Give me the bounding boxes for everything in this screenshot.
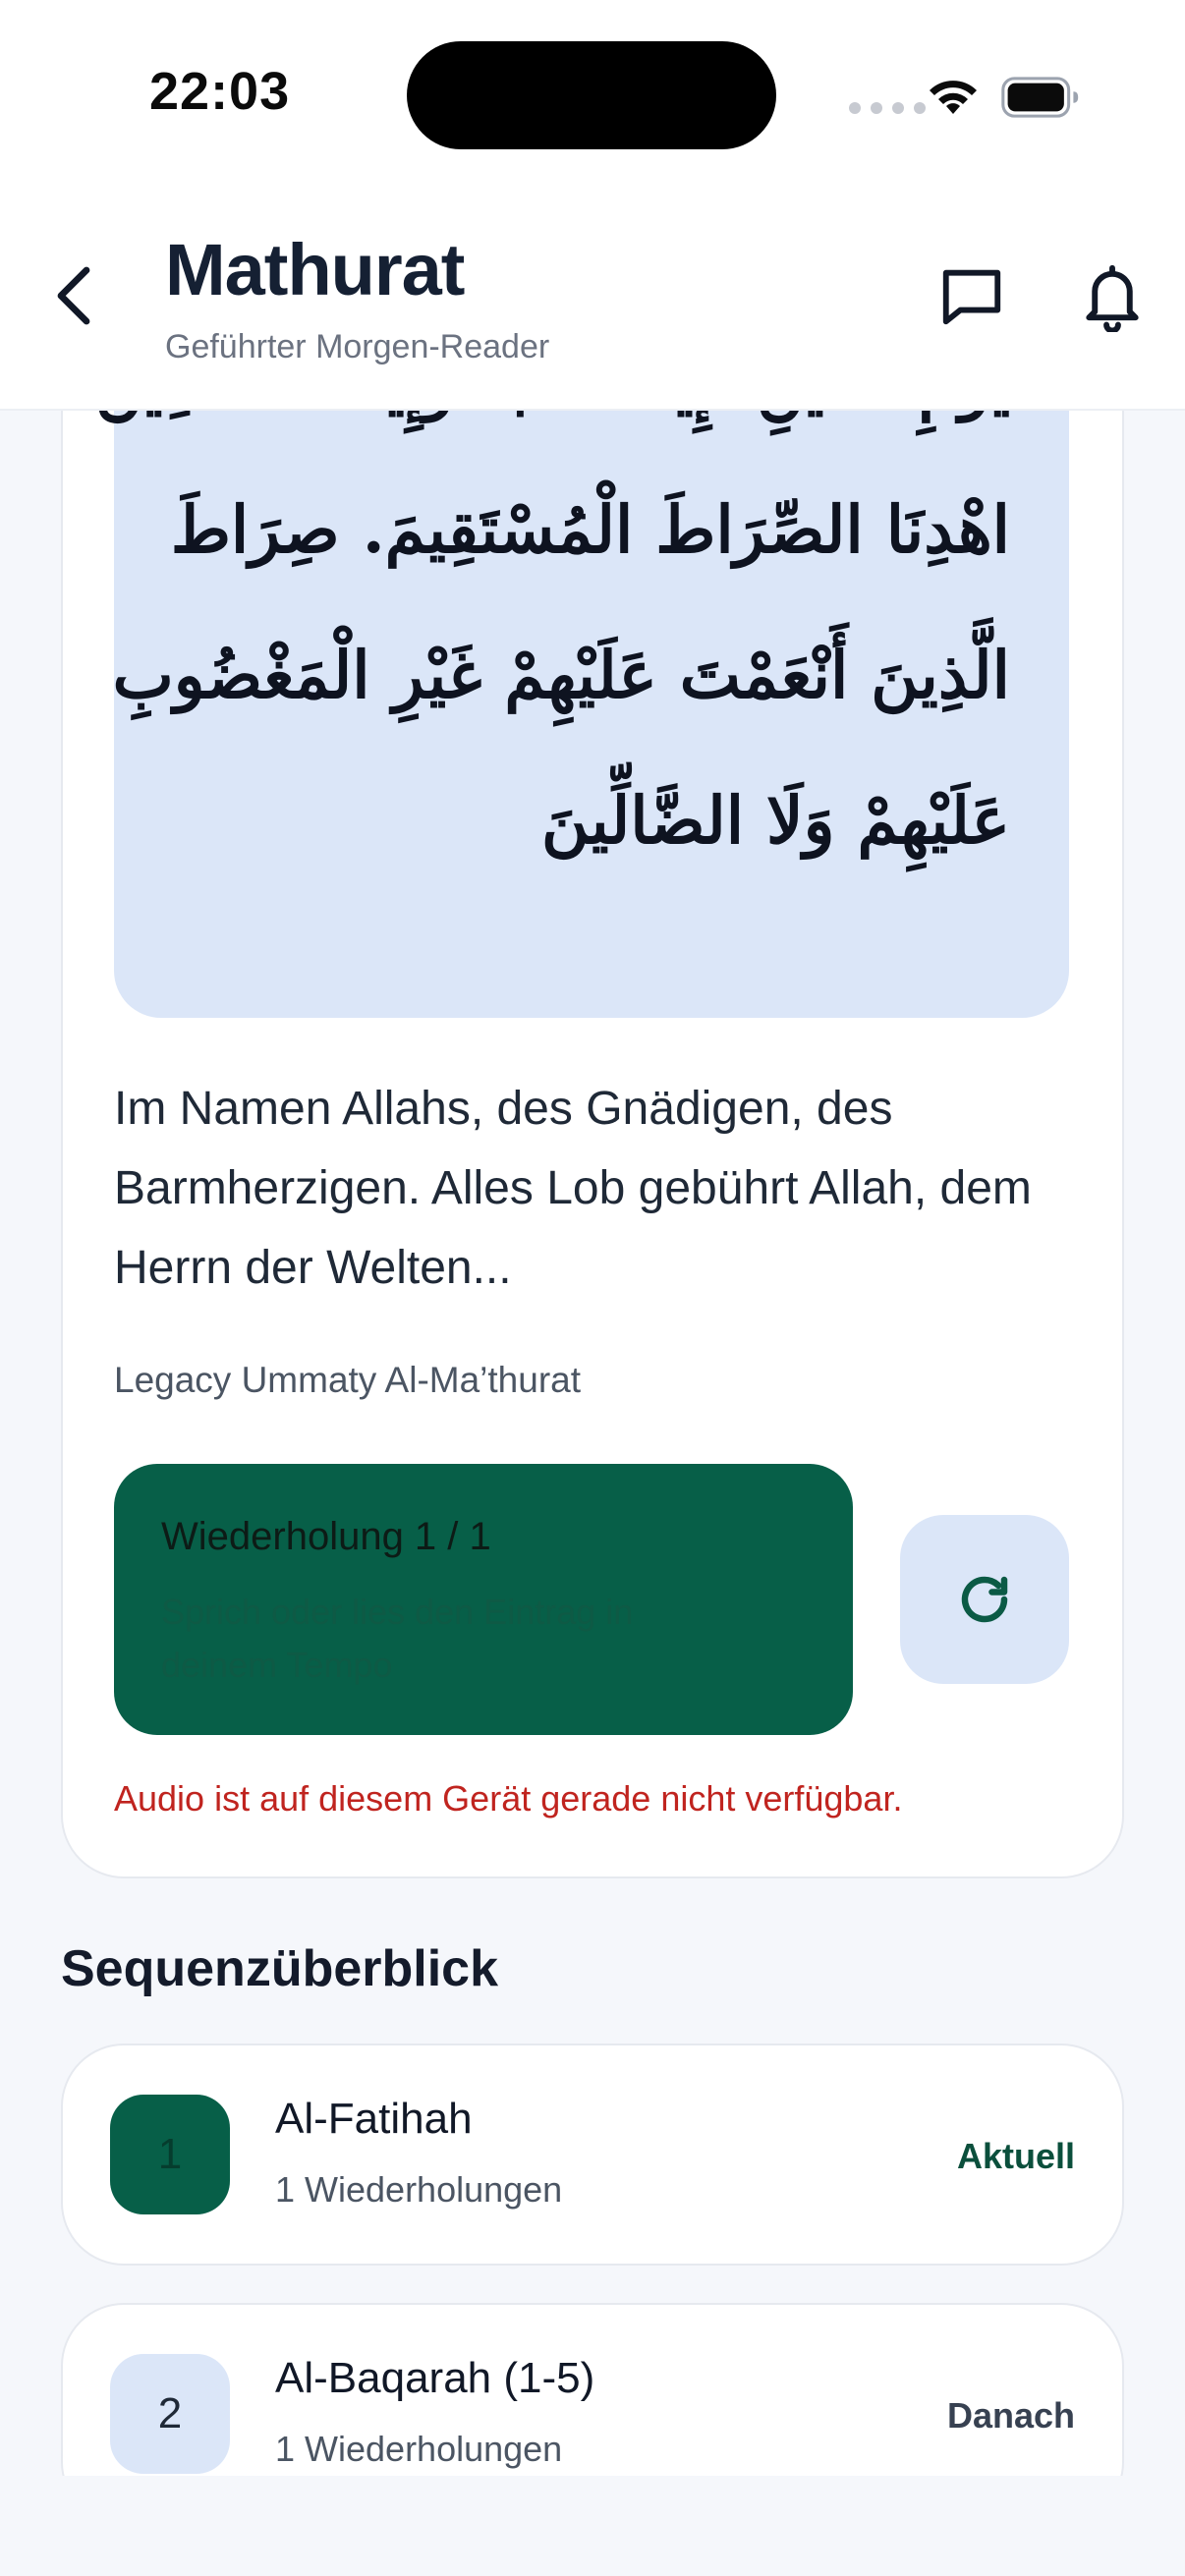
sequence-number: 2: [110, 2354, 230, 2474]
sequence-reps: 1 Wiederholungen: [275, 2429, 563, 2469]
chat-button[interactable]: [937, 261, 1006, 330]
arabic-text-box: يَوْمِ الدِّينِ. إِيَّاكَ نَعْبُدُ وَإِي…: [73, 334, 1069, 1018]
audio-warning: Audio ist auf diesem Gerät gerade nicht …: [114, 1778, 903, 1819]
sequence-name: Al-Fatihah: [275, 2095, 473, 2143]
notifications-button[interactable]: [1083, 259, 1142, 334]
sequence-item-1[interactable]: 1 Al-Fatihah 1 Wiederholungen Aktuell: [61, 2044, 1124, 2266]
arabic-line: اهْدِنَا الصِّرَاطَ الْمُسْتَقِيمَ. صِرَ…: [170, 491, 1010, 568]
sequence-name: Al-Baqarah (1-5): [275, 2354, 595, 2402]
bell-icon: [1086, 264, 1139, 334]
dynamic-island: [407, 41, 776, 149]
app-screen: يَوْمِ الدِّينِ. إِيَّاكَ نَعْبُدُ وَإِي…: [0, 0, 1185, 2576]
repetition-counter-button[interactable]: Wiederholung 1 / 1 Sprich oder lies den …: [114, 1464, 853, 1735]
repetition-title: Wiederholung 1 / 1: [161, 1515, 491, 1558]
back-chevron-icon: [57, 266, 90, 325]
translation-text: Im Namen Allahs, des Gnädigen, des Barmh…: [114, 1083, 1032, 1294]
page-subtitle: Geführter Morgen-Reader: [165, 328, 550, 365]
sequence-reps: 1 Wiederholungen: [275, 2169, 563, 2210]
top-bar: 22:03 Mathurat Geführter Morgen-Reader: [0, 0, 1185, 411]
arabic-line: عَلَيْهِمْ وَلَا الضَّالِّينَ: [540, 782, 1010, 859]
section-title: Sequenzüberblick: [61, 1940, 498, 1997]
source-label: Legacy Ummaty Al-Ma’thurat: [114, 1360, 582, 1400]
repetition-hint: Sprich oder lies den Eintrag in deinem T…: [161, 1592, 634, 1685]
refresh-icon: [961, 1576, 1008, 1623]
wifi-icon: [930, 81, 977, 114]
sequence-status: Aktuell: [956, 2136, 1075, 2176]
cellular-signal-icon: [849, 102, 926, 114]
reset-button[interactable]: [900, 1515, 1069, 1684]
sequence-number: 1: [110, 2095, 230, 2214]
chat-icon: [942, 269, 1001, 325]
page-title: Mathurat: [165, 229, 465, 310]
battery-icon: [1001, 77, 1079, 118]
sequence-status: Danach: [946, 2395, 1075, 2436]
back-button[interactable]: [51, 261, 98, 330]
arabic-line: الَّذِينَ أَنْعَمْتَ عَلَيْهِمْ غَيْرِ ا…: [112, 637, 1010, 713]
status-time: 22:03: [149, 62, 291, 121]
bottom-safe-area: [0, 2476, 1185, 2576]
